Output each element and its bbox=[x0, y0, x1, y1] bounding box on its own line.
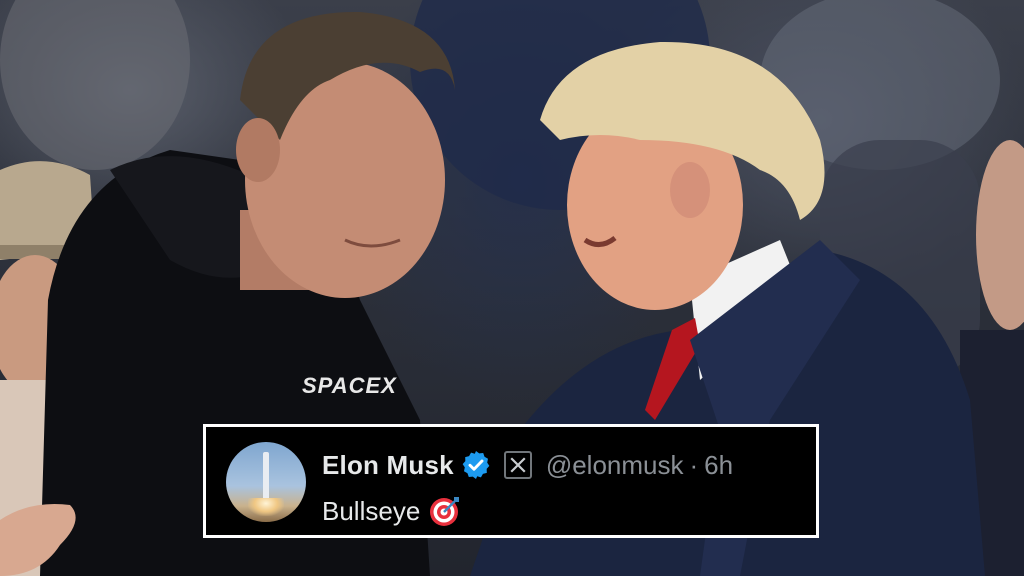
rocket-image bbox=[263, 452, 269, 502]
avatar[interactable] bbox=[226, 442, 306, 522]
user-handle[interactable]: @elonmusk bbox=[546, 450, 684, 481]
display-name[interactable]: Elon Musk bbox=[322, 450, 454, 481]
separator-dot: · bbox=[689, 449, 699, 480]
tweet-body: Bullseye bbox=[322, 493, 462, 529]
verified-badge-icon bbox=[460, 449, 492, 481]
tweet-text: Bullseye bbox=[322, 495, 421, 526]
tweet-card: Elon Musk @elonmusk · 6h Bullseye bbox=[203, 424, 819, 538]
x-logo-icon bbox=[503, 451, 532, 479]
crowd-figure bbox=[0, 0, 190, 170]
timestamp[interactable]: 6h bbox=[704, 450, 733, 481]
tweet-header: Elon Musk @elonmusk · 6h bbox=[322, 445, 733, 485]
direct-hit-target-icon bbox=[428, 494, 462, 528]
spacex-shirt-logo: SPACEX bbox=[302, 373, 397, 398]
rocket-plume-image bbox=[248, 498, 284, 516]
